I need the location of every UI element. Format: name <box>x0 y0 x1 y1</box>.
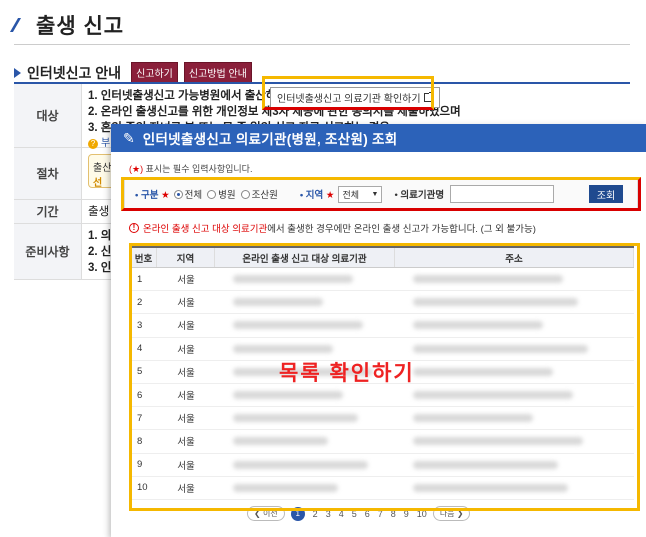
section-header: 인터넷신고 안내 신고하기 신고방법 안내 <box>14 62 252 83</box>
row-head: 준비사항 <box>14 224 82 279</box>
row-head: 기간 <box>14 200 82 223</box>
check-list-caption: 목록 확인하기 <box>279 362 415 385</box>
title-slash-icon <box>9 18 31 32</box>
confirm-button-highlight <box>262 76 434 110</box>
triangle-bullet-icon <box>14 67 21 78</box>
filter-highlight <box>121 177 641 211</box>
popup-title-bar: ✎ 인터넷출생신고 의료기관(병원, 조산원) 조회 <box>111 124 646 152</box>
section-title: 인터넷신고 안내 <box>27 64 122 81</box>
row-head: 대상 <box>14 84 82 147</box>
edit-icon: ✎ <box>123 129 135 146</box>
report-guide-tab-button[interactable]: 신고방법 안내 <box>183 62 252 83</box>
page-title: 출생 신고 <box>36 15 125 38</box>
title-divider <box>14 44 630 45</box>
page-header: 출생 신고 <box>9 10 125 40</box>
alert-icon: ! <box>129 223 139 233</box>
eligibility-notice: ! 온라인 출생 신고 대상 의료기관에서 출생한 경우에만 온라인 출생 신고… <box>129 221 536 235</box>
popup-title: 인터넷출생신고 의료기관(병원, 조산원) 조회 <box>142 132 398 147</box>
required-note: (★) 표시는 필수 입력사항입니다. <box>129 164 253 174</box>
row-head: 절차 <box>14 148 82 199</box>
report-tab-button[interactable]: 신고하기 <box>131 62 178 83</box>
